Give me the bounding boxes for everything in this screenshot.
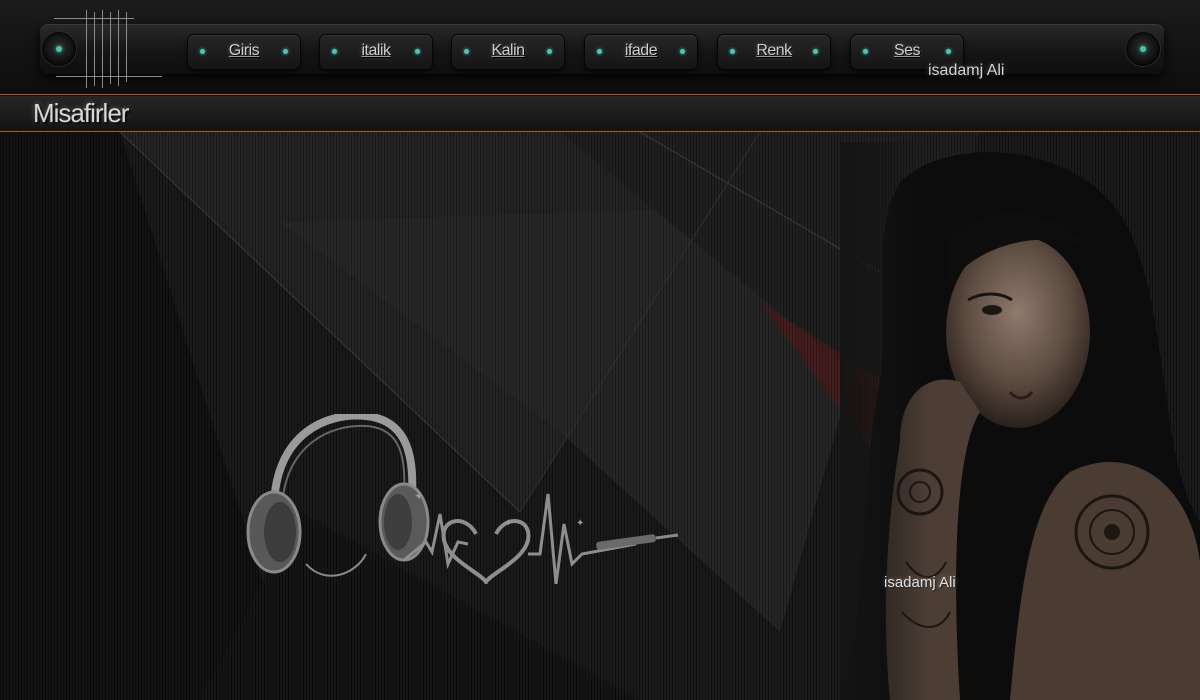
nav-button-renk[interactable]: Renk	[718, 35, 830, 69]
top-toolbar: Giris italik Kalin ifade Renk Ses isadam…	[0, 0, 1200, 95]
portrait-image	[840, 142, 1200, 700]
nav-button-ifade[interactable]: ifade	[585, 35, 697, 69]
right-knob-icon	[1126, 32, 1160, 66]
svg-text:✦: ✦	[414, 489, 424, 503]
nav-button-kalin[interactable]: Kalin	[452, 35, 564, 69]
section-title: Misafirler	[33, 98, 129, 128]
led-dot-icon	[283, 49, 288, 54]
guestbook-panel: ✦ ✦ ✦ isadamj Ali	[0, 132, 1200, 700]
headphones-heartbeat-icon: ✦ ✦ ✦	[246, 414, 679, 584]
nav-button-giris[interactable]: Giris	[188, 35, 300, 69]
divider-line	[0, 94, 1200, 95]
led-dot-icon	[680, 49, 685, 54]
svg-text:✦: ✦	[576, 518, 584, 529]
section-header-bar	[0, 96, 1200, 131]
led-dot-icon	[415, 49, 420, 54]
led-dot-icon	[813, 49, 818, 54]
guitar-strings-icon	[54, 10, 164, 88]
nav-button-italik[interactable]: italik	[320, 35, 432, 69]
brand-signature: isadamj Ali	[928, 62, 1005, 79]
svg-text:✦: ✦	[504, 518, 512, 529]
led-dot-icon	[946, 49, 951, 54]
brand-signature-image: isadamj Ali	[884, 574, 956, 591]
led-dot-icon	[547, 49, 552, 54]
